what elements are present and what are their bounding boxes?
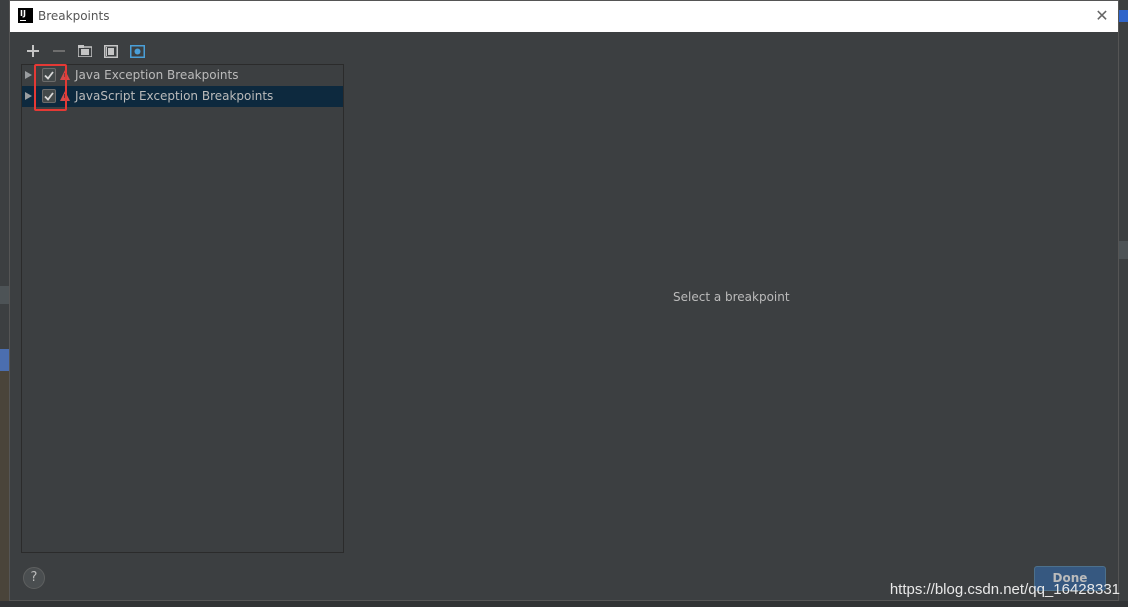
- intellij-logo-icon: IJ: [18, 8, 33, 23]
- minus-icon: [53, 50, 65, 52]
- tree-item-label: JavaScript Exception Breakpoints: [75, 89, 274, 103]
- exception-breakpoint-icon: [60, 91, 70, 101]
- help-button[interactable]: ?: [23, 567, 45, 589]
- remove-breakpoint-button[interactable]: [50, 42, 68, 60]
- tree-item-javascript-exception-breakpoints[interactable]: JavaScript Exception Breakpoints: [22, 86, 343, 107]
- breakpoints-tree[interactable]: Java Exception Breakpoints JavaScript Ex…: [21, 64, 344, 553]
- background-ide-right: [1119, 0, 1128, 607]
- background-stripe: [0, 286, 9, 304]
- tree-item-java-exception-breakpoints[interactable]: Java Exception Breakpoints: [22, 65, 343, 86]
- tree-item-label: Java Exception Breakpoints: [75, 68, 239, 82]
- file-icon: [129, 44, 145, 58]
- title-bar: IJ Breakpoints ✕: [10, 1, 1118, 32]
- dialog-title: Breakpoints: [38, 9, 110, 23]
- checkmark-icon: [44, 70, 54, 80]
- watermark: https://blog.csdn.net/qq_16428331: [889, 581, 1120, 598]
- expand-arrow-icon[interactable]: [25, 92, 32, 100]
- checkbox-java-exception-breakpoints[interactable]: [42, 68, 56, 82]
- plus-icon: [27, 45, 39, 57]
- add-breakpoint-button[interactable]: [24, 42, 42, 60]
- close-button[interactable]: ✕: [1092, 6, 1112, 26]
- folder-icon: [78, 45, 92, 57]
- background-stripe: [0, 349, 9, 371]
- expand-arrow-icon[interactable]: [25, 71, 32, 79]
- breakpoints-dialog: IJ Breakpoints ✕ Java Exception Breakpoi…: [9, 0, 1119, 601]
- exception-breakpoint-icon: [60, 70, 70, 80]
- checkmark-icon: [44, 91, 54, 101]
- background-stripe: [0, 371, 9, 601]
- background-stripe: [1119, 241, 1128, 259]
- class-icon: [104, 44, 118, 58]
- background-stripe: [1119, 10, 1128, 22]
- group-by-file-button[interactable]: [128, 42, 146, 60]
- group-by-package-button[interactable]: [76, 42, 94, 60]
- detail-placeholder: Select a breakpoint: [673, 290, 790, 304]
- checkbox-javascript-exception-breakpoints[interactable]: [42, 89, 56, 103]
- background-ide-left: [0, 0, 9, 607]
- background-ide-bottom: [0, 601, 1128, 607]
- group-by-class-button[interactable]: [102, 42, 120, 60]
